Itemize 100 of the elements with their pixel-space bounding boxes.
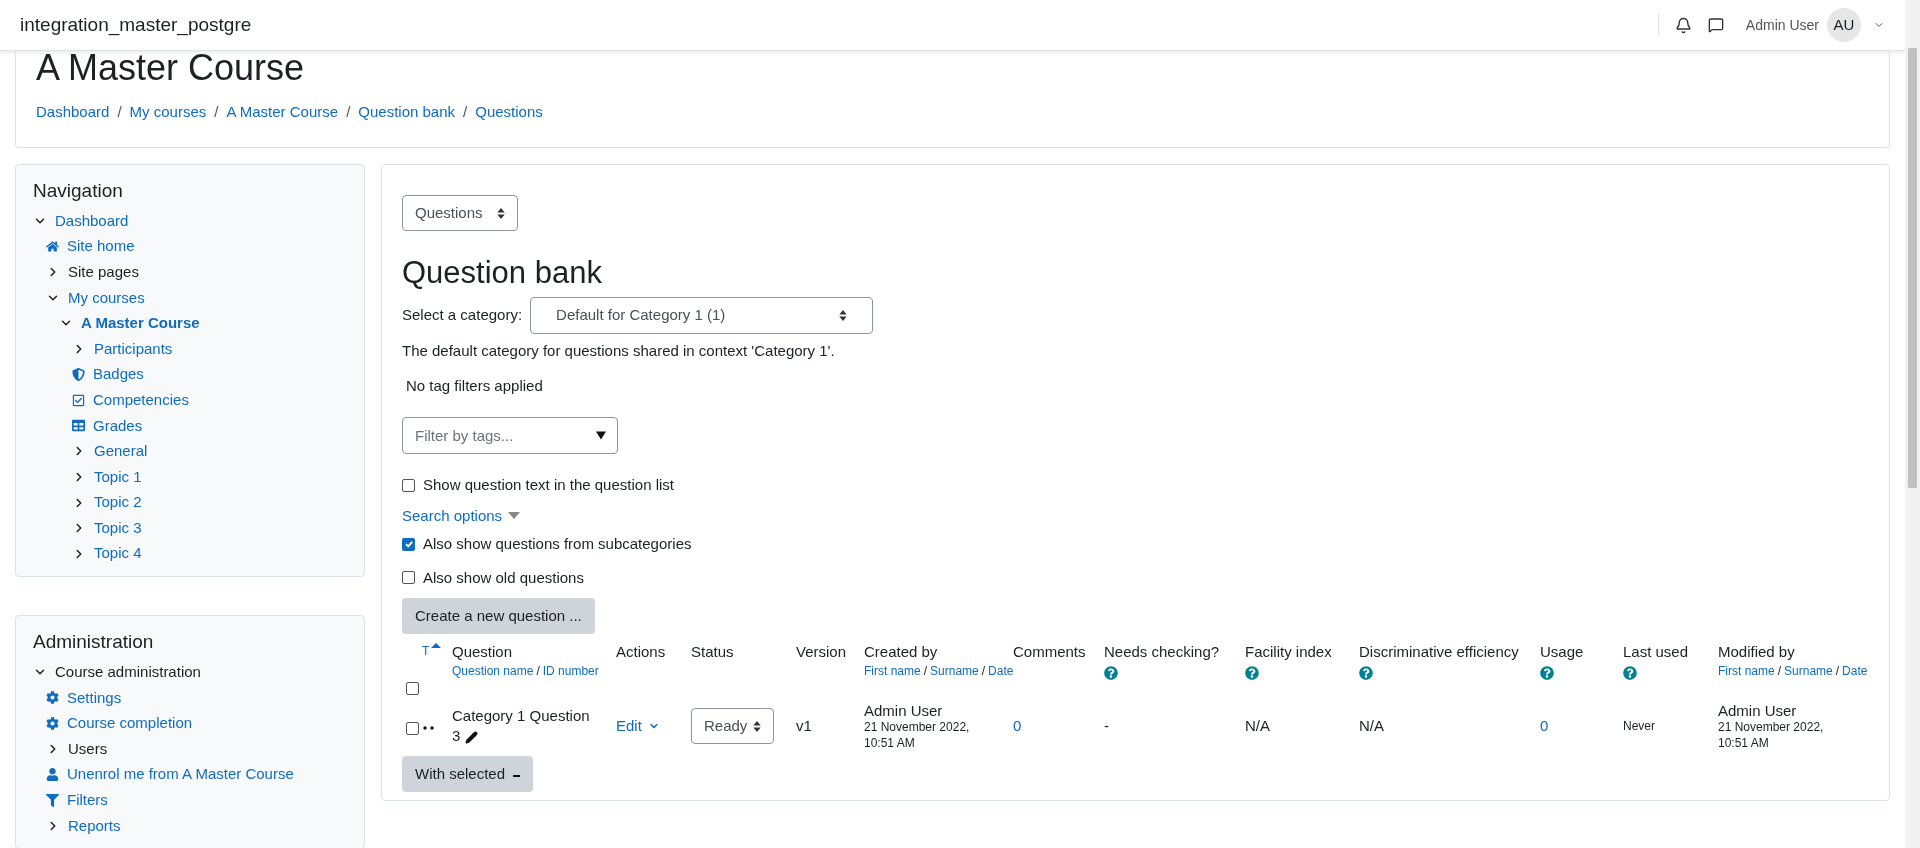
nav-link[interactable]: Unenrol me from A Master Course: [67, 763, 294, 786]
table-cell-text: Never: [1623, 718, 1655, 735]
scrollbar[interactable]: [1905, 0, 1920, 848]
nav-link[interactable]: Topic 4: [94, 542, 142, 565]
tag-filter-field[interactable]: Filter by tags...: [402, 417, 618, 454]
nav-item[interactable]: Course administration: [55, 660, 201, 684]
sort-link[interactable]: Question name: [452, 664, 534, 678]
site-name[interactable]: integration_master_postgre: [20, 10, 252, 40]
nav-link[interactable]: Site home: [67, 235, 135, 258]
nav-link[interactable]: Course completion: [67, 712, 193, 735]
nav-link[interactable]: My courses: [68, 286, 145, 310]
help-icon[interactable]: [1540, 666, 1554, 680]
checkbox[interactable]: [406, 721, 419, 735]
nav-link[interactable]: A Master Course: [81, 312, 200, 335]
gear-icon: [46, 716, 59, 730]
shield-icon: [72, 368, 85, 382]
sort-arrows-icon: [839, 310, 848, 321]
nav-link[interactable]: Settings: [67, 686, 122, 710]
notification-bell-icon[interactable]: [1674, 16, 1692, 34]
nav-link[interactable]: Topic 3: [94, 516, 142, 540]
checkbox[interactable]: [402, 537, 415, 551]
edit-menu-link[interactable]: Edit: [616, 714, 660, 738]
sort-link[interactable]: Date: [1842, 664, 1868, 678]
checklist-icon: [72, 393, 85, 407]
checkbox-label: Also show old questions: [423, 567, 584, 588]
nav-item[interactable]: Site pages: [68, 260, 139, 284]
field-label: Select a category:: [402, 305, 523, 326]
search-options-link[interactable]: Search options: [402, 504, 503, 527]
column-header: Created by: [864, 642, 939, 662]
sort-link[interactable]: Surname: [1784, 664, 1833, 678]
nav-link[interactable]: General: [94, 440, 148, 463]
checkbox[interactable]: [402, 478, 415, 492]
sort-link[interactable]: First name: [864, 664, 921, 678]
column-header: Discriminative efficiency: [1359, 642, 1520, 662]
filter-icon: [46, 793, 59, 807]
nav-link[interactable]: Dashboard: [55, 209, 129, 233]
nav-link[interactable]: Reports: [68, 814, 121, 838]
separator: /: [536, 664, 540, 678]
category-select[interactable]: Default for Category 1 (1): [530, 297, 874, 334]
date-text: 21 November 2022, 10:51 AM: [864, 718, 971, 751]
nav-link[interactable]: Topic 1: [94, 465, 142, 489]
column-header: Needs checking?: [1104, 642, 1221, 662]
sort-ascending-icon: [431, 643, 442, 648]
nav-item[interactable]: Users: [68, 737, 108, 761]
column-header: Modified by: [1718, 642, 1796, 662]
question-name: Category 1 Question 3: [452, 706, 591, 746]
help-icon[interactable]: [1104, 666, 1118, 680]
usage-link[interactable]: 0: [1540, 714, 1549, 738]
with-selected-button[interactable]: With selected: [402, 756, 534, 792]
sort-link[interactable]: Surname: [930, 664, 979, 678]
sort-link[interactable]: Date: [988, 664, 1014, 678]
breadcrumb-separator: /: [117, 101, 122, 122]
sort-arrows-icon: [753, 720, 762, 732]
sort-link[interactable]: T: [422, 642, 430, 660]
nav-link[interactable]: Participants: [94, 337, 173, 361]
help-icon[interactable]: [1359, 666, 1373, 680]
column-header: Actions: [616, 642, 667, 662]
comments-link[interactable]: 0: [1013, 714, 1022, 738]
user-name[interactable]: Admin User: [1745, 14, 1819, 36]
caret-down-icon: [508, 512, 521, 520]
panel-title: Administration: [33, 630, 155, 655]
breadcrumb-link[interactable]: Dashboard: [36, 100, 110, 123]
breadcrumb-link[interactable]: Question bank: [358, 100, 456, 123]
column-header: Usage: [1540, 642, 1585, 662]
breadcrumb-link[interactable]: My courses: [129, 100, 207, 123]
nav-link[interactable]: Competencies: [93, 388, 189, 412]
page-select[interactable]: Questions: [402, 195, 518, 231]
nav-link[interactable]: Grades: [93, 414, 143, 437]
checkbox[interactable]: [402, 571, 415, 585]
user-icon: [46, 768, 59, 782]
help-icon[interactable]: [1623, 666, 1637, 680]
tag-status-text: No tag filters applied: [406, 375, 543, 396]
nav-link[interactable]: Badges: [93, 363, 144, 386]
create-question-button[interactable]: Create a new question ...: [402, 598, 595, 634]
help-icon[interactable]: [1245, 666, 1259, 680]
course-title: A Master Course: [36, 51, 306, 89]
separator: /: [1777, 664, 1782, 678]
message-icon[interactable]: [1707, 17, 1724, 33]
gear-icon: [46, 691, 59, 705]
pencil-icon[interactable]: [464, 730, 478, 744]
sort-link[interactable]: First name: [1718, 664, 1775, 678]
nav-link[interactable]: Topic 2: [94, 491, 142, 514]
table-cell-text: v1: [796, 715, 812, 736]
table-cell-text: N/A: [1245, 715, 1270, 736]
table-cell-text: -: [1104, 715, 1109, 736]
sort-link[interactable]: ID number: [542, 664, 599, 678]
nav-link[interactable]: Filters: [67, 788, 108, 812]
panel-title: Navigation: [33, 179, 124, 203]
date-text: 21 November 2022, 10:51 AM: [1718, 718, 1825, 751]
user-avatar[interactable]: AU: [1827, 8, 1861, 42]
drag-handle-icon[interactable]: [423, 726, 435, 730]
checkbox-label: Show question text in the question list: [423, 475, 674, 495]
checkbox[interactable]: [406, 682, 419, 695]
breadcrumb-separator: /: [346, 101, 351, 122]
breadcrumb-link[interactable]: Questions: [475, 100, 543, 123]
column-header: Question: [452, 642, 514, 662]
breadcrumb-link[interactable]: A Master Course: [226, 100, 339, 123]
grid-icon: [72, 419, 85, 433]
separator: /: [981, 664, 986, 678]
status-select[interactable]: Ready: [691, 708, 775, 744]
